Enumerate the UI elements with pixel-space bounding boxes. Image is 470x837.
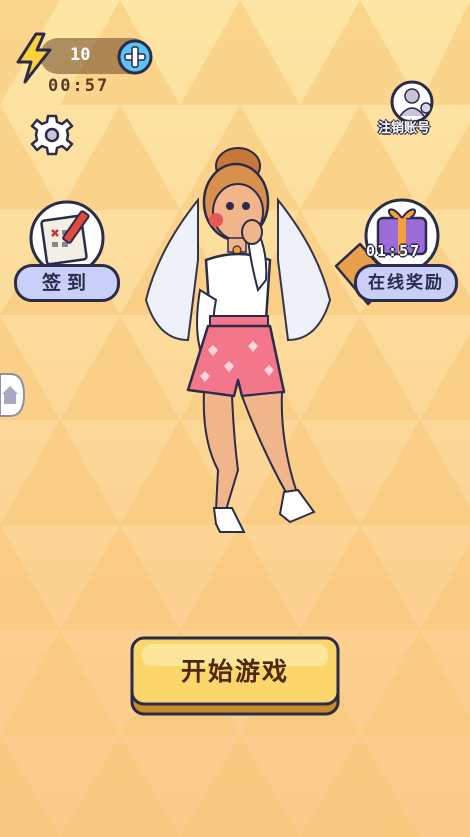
- bride-character: [144, 147, 332, 533]
- online-reward-button[interactable]: 01:57 在线奖励: [332, 196, 460, 308]
- online-reward-label: 在线奖励: [354, 264, 458, 302]
- house-icon[interactable]: [0, 372, 26, 418]
- start-game-button[interactable]: 开始游戏: [130, 636, 340, 716]
- reward-timer: 01:57: [366, 242, 422, 260]
- calendar-pen-icon: [29, 200, 105, 272]
- gear-icon[interactable]: [30, 113, 74, 157]
- energy-timer: 00:57: [48, 76, 110, 96]
- user-avatar-icon[interactable]: [384, 78, 442, 122]
- checkin-label: 签到: [14, 264, 120, 302]
- start-game-label: 开始游戏: [180, 657, 289, 686]
- plus-icon[interactable]: [116, 38, 154, 76]
- logout-account-label[interactable]: 注销账号: [378, 117, 430, 136]
- checkin-button[interactable]: 签到: [14, 196, 120, 306]
- energy-count: 10: [70, 45, 91, 65]
